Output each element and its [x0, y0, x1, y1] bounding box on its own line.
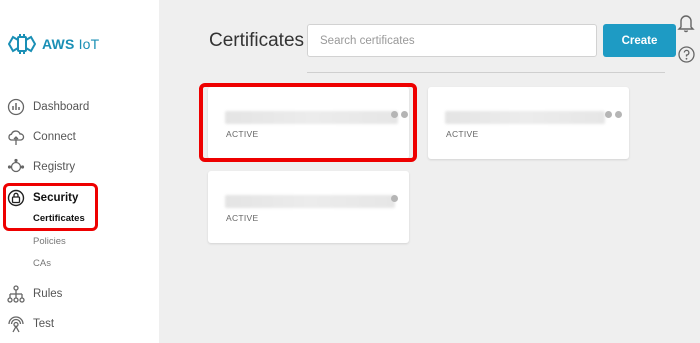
test-icon	[8, 316, 24, 333]
sidebar-item-test[interactable]: Test	[7, 314, 54, 334]
more-options-icon[interactable]	[391, 195, 398, 202]
rules-icon	[7, 285, 25, 303]
sidebar-item-registry[interactable]: Registry	[7, 157, 75, 177]
certificate-card[interactable]: ACTIVE	[208, 171, 409, 243]
sidebar-item-label: Test	[33, 318, 55, 330]
more-options-icon[interactable]	[605, 111, 622, 118]
sidebar-item-dashboard[interactable]: Dashboard	[7, 97, 89, 117]
brand[interactable]: AWS IoT	[8, 33, 99, 55]
sidebar: AWS IoT Dashboard Connect Registry Secur…	[0, 0, 159, 343]
certificate-id-redacted	[445, 111, 605, 124]
cloud-icon	[8, 130, 25, 145]
sidebar-item-rules[interactable]: Rules	[7, 284, 62, 304]
sidebar-item-connect[interactable]: Connect	[7, 127, 76, 147]
header-divider	[307, 72, 665, 73]
certificate-card[interactable]: ACTIVE	[428, 87, 629, 159]
sidebar-item-label: Dashboard	[33, 101, 90, 113]
aws-iot-logo-icon	[8, 34, 36, 54]
sidebar-subitem-policies[interactable]: Policies	[33, 236, 66, 247]
certificate-id-redacted	[225, 195, 395, 208]
search-input[interactable]	[307, 24, 597, 57]
sidebar-subitem-cas[interactable]: CAs	[33, 258, 51, 269]
status-label: ACTIVE	[226, 213, 259, 223]
sidebar-item-label: Registry	[33, 161, 76, 173]
status-label: ACTIVE	[446, 129, 479, 139]
highlight-annotation	[199, 83, 417, 162]
dashboard-icon	[7, 98, 25, 116]
page-title: Certificates	[209, 30, 305, 51]
brand-name: AWS IoT	[42, 36, 100, 52]
registry-icon	[7, 158, 25, 173]
sidebar-item-label: Connect	[33, 131, 76, 143]
create-button[interactable]: Create	[603, 24, 676, 57]
help-icon[interactable]	[678, 46, 695, 63]
sidebar-item-label: Rules	[33, 288, 63, 300]
highlight-annotation	[3, 183, 98, 231]
bell-icon[interactable]	[677, 13, 695, 33]
